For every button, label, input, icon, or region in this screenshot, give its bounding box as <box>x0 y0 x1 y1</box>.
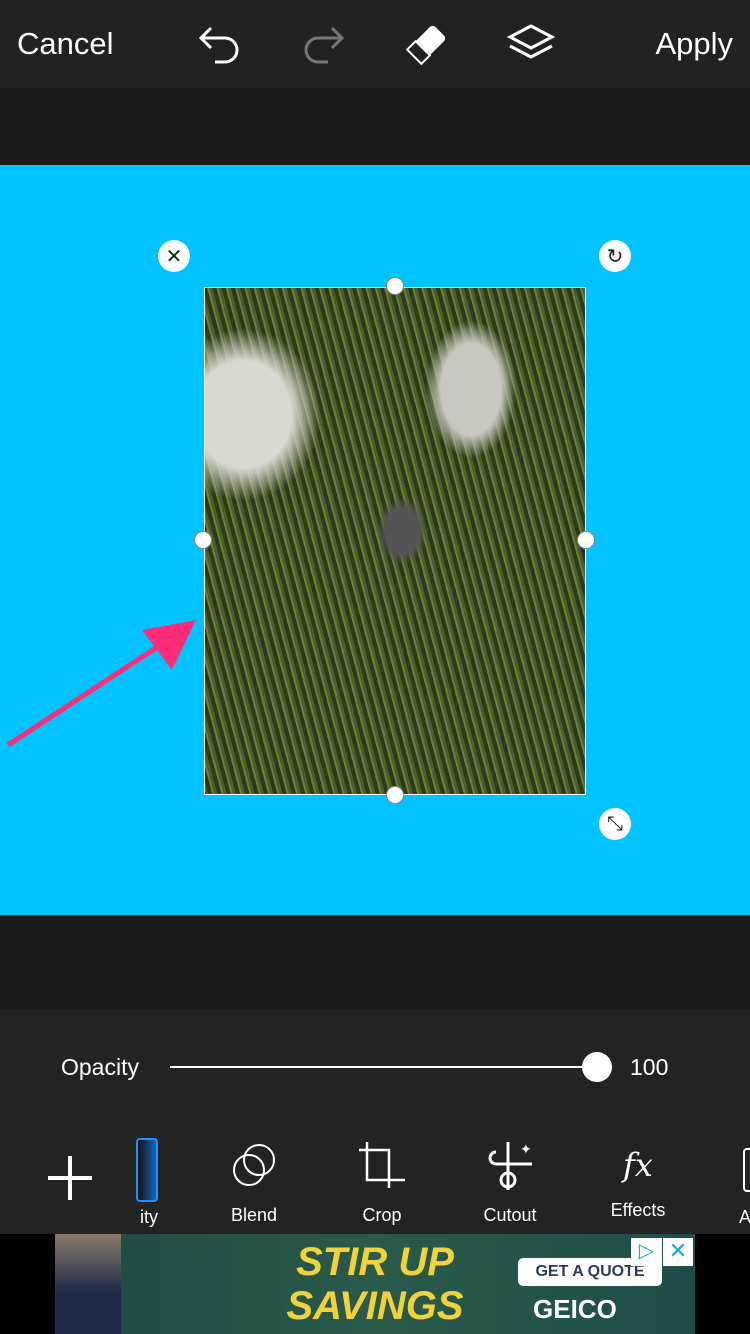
close-icon[interactable]: ✕ <box>158 240 190 272</box>
tool-label: Blend <box>230 1205 278 1225</box>
undo-icon[interactable] <box>195 24 243 64</box>
ad-close-icon[interactable]: ✕ <box>663 1238 693 1266</box>
ad-person-image <box>55 1234 121 1334</box>
photo-layer[interactable] <box>204 287 586 795</box>
rotate-icon[interactable]: ↻ <box>599 240 631 272</box>
tool-effects[interactable]: fx Effects <box>583 1140 693 1221</box>
resize-handle-right[interactable] <box>577 531 595 549</box>
ad-headline: STIR UP SAVINGS <box>286 1240 464 1328</box>
adjust-icon[interactable] <box>743 1148 750 1192</box>
top-toolbar: Cancel Apply <box>0 0 750 88</box>
tool-cutout[interactable]: ✦ Cutout <box>455 1140 565 1226</box>
tool-adjust-label[interactable]: A <box>739 1207 750 1228</box>
svg-text:✦: ✦ <box>520 1141 532 1157</box>
redo-icon[interactable] <box>300 24 348 64</box>
tool-blend[interactable]: Blend <box>199 1140 309 1226</box>
resize-handle-left[interactable] <box>194 531 212 549</box>
layers-icon[interactable] <box>506 22 556 66</box>
fx-icon: fx <box>623 1146 653 1184</box>
apply-button[interactable]: Apply <box>655 26 733 62</box>
tool-opacity-label[interactable]: ity <box>140 1207 158 1228</box>
blend-icon <box>233 1144 275 1186</box>
opacity-slider[interactable] <box>170 1066 598 1068</box>
tool-label: Crop <box>362 1205 402 1225</box>
ad-brand-logo: GEICO <box>533 1294 617 1324</box>
opacity-icon[interactable] <box>136 1138 158 1202</box>
scale-icon[interactable]: ⤡ <box>599 808 631 840</box>
resize-handle-bottom[interactable] <box>386 786 404 804</box>
opacity-label: Opacity <box>61 1054 139 1080</box>
ad-banner[interactable]: STIR UP SAVINGS GET A QUOTE GEICO ▷ ✕ <box>55 1234 695 1334</box>
annotation-arrow-icon <box>6 620 196 748</box>
tool-crop[interactable]: Crop <box>327 1140 437 1226</box>
eraser-icon[interactable] <box>403 22 451 66</box>
opacity-slider-thumb[interactable] <box>582 1052 612 1082</box>
add-icon[interactable] <box>46 1154 94 1202</box>
opacity-value: 100 <box>630 1054 669 1080</box>
resize-handle-top[interactable] <box>386 277 404 295</box>
crop-icon <box>359 1142 405 1188</box>
adchoices-icon[interactable]: ▷ <box>631 1238 662 1266</box>
tool-label: Cutout <box>483 1205 537 1225</box>
cutout-icon: ✦ <box>488 1141 532 1190</box>
tool-label: Effects <box>610 1200 666 1220</box>
cancel-button[interactable]: Cancel <box>17 26 114 62</box>
